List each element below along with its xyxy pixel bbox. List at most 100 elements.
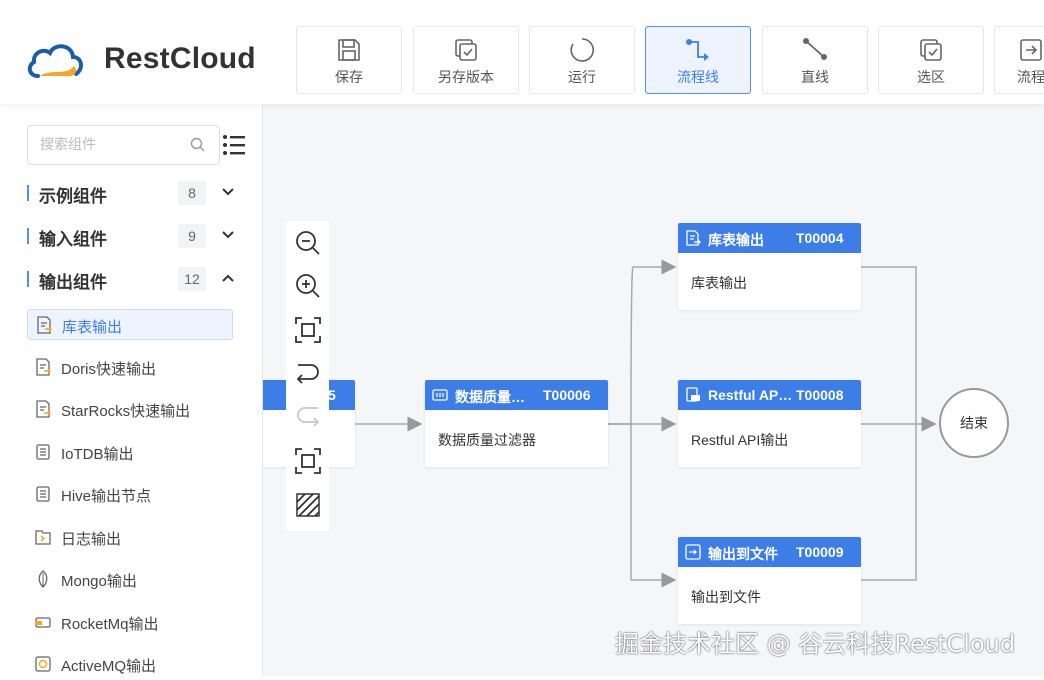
flow-node-table-output[interactable]: 库表输出 T00004 库表输出 <box>678 223 861 310</box>
node-id: T00004 <box>796 230 844 246</box>
run-button[interactable]: 运行 <box>529 26 635 94</box>
app-logo: RestCloud <box>26 38 266 82</box>
run-icon <box>570 38 594 62</box>
component-item-hive[interactable]: Hive输出节点 <box>27 479 233 510</box>
component-name: Hive输出节点 <box>61 488 152 505</box>
flow-node-restful[interactable]: Restful AP… T00008 Restful API输出 <box>678 380 861 467</box>
component-item-table-output[interactable]: 库表输出 <box>27 309 233 340</box>
connector-lines <box>355 259 937 588</box>
top-toolbar: RestCloud 保存 另存版本 运行 流程线 直线 选区 流程 <box>0 0 1044 104</box>
flow-line-label: 流程线 <box>677 69 719 85</box>
table-output-icon <box>686 230 701 246</box>
save-label: 保存 <box>335 69 363 85</box>
save-icon <box>338 39 360 61</box>
fit-view-icon[interactable] <box>294 316 322 344</box>
flow-button[interactable]: 流程 <box>994 26 1044 94</box>
node-title: 输出到文件 <box>708 546 778 562</box>
flow-line-icon <box>686 39 709 61</box>
node-title: 库表输出 <box>708 232 764 248</box>
node-description: Restful API输出 <box>691 432 789 448</box>
group-marker <box>27 228 29 244</box>
component-item-activemq[interactable]: ActiveMQ输出 <box>27 649 233 680</box>
list-view-icon[interactable] <box>222 133 246 157</box>
component-item-iotdb[interactable]: IoTDB输出 <box>27 437 233 468</box>
end-node[interactable]: 结束 <box>939 388 1009 458</box>
group-marker <box>27 185 29 201</box>
component-name: Mongo输出 <box>61 573 137 590</box>
save-version-button[interactable]: 另存版本 <box>413 26 519 94</box>
search-icon[interactable] <box>190 137 206 153</box>
select-area-icon <box>920 39 942 61</box>
component-name: RocketMq输出 <box>61 616 159 633</box>
redo-icon[interactable] <box>294 403 322 431</box>
chevron-down-icon[interactable] <box>221 187 235 197</box>
save-version-icon <box>455 39 477 61</box>
component-item-starrocks[interactable]: StarRocks快速输出 <box>27 394 233 425</box>
rocketmq-icon <box>35 617 51 628</box>
node-description: 库表输出 <box>691 275 747 291</box>
flow-node-quality[interactable]: 数据质量… T00006 数据质量过滤器 <box>425 380 608 467</box>
component-sidebar: 示例组件 8 输入组件 9 输出组件 12 库表输出 Doris快速输出 <box>0 104 263 676</box>
node-description: 输出到文件 <box>691 589 761 605</box>
run-label: 运行 <box>568 69 596 85</box>
edge-file-to-end[interactable] <box>861 424 917 581</box>
group-examples[interactable]: 示例组件 8 <box>27 179 242 209</box>
flow-line-button[interactable]: 流程线 <box>645 26 751 94</box>
filter-icon <box>432 389 448 401</box>
flow-node-file-output[interactable]: 输出到文件 T00009 输出到文件 <box>678 537 861 624</box>
group-output[interactable]: 输出组件 12 <box>27 265 242 295</box>
flow-label: 流程 <box>1017 69 1044 85</box>
component-name: 日志输出 <box>61 531 122 548</box>
save-version-label: 另存版本 <box>438 69 494 85</box>
edge-table-to-end[interactable] <box>861 266 937 432</box>
straight-line-icon <box>803 38 827 60</box>
group-count: 9 <box>178 224 206 248</box>
chevron-down-icon[interactable] <box>221 230 235 240</box>
undo-icon[interactable] <box>294 360 322 388</box>
node-id: T00006 <box>543 387 591 403</box>
component-item-log[interactable]: 日志输出 <box>27 522 233 553</box>
group-count: 12 <box>178 267 206 291</box>
watermark: 掘金技术社区 @ 谷云科技RestCloud <box>615 630 1016 658</box>
component-item-rocketmq[interactable]: RocketMq输出 <box>27 607 233 638</box>
component-item-doris[interactable]: Doris快速输出 <box>27 352 233 383</box>
straight-line-label: 直线 <box>801 69 829 85</box>
file-output-icon <box>685 544 701 560</box>
edge-quality-to-table[interactable] <box>608 259 677 425</box>
flow-canvas[interactable]: 5 数据质量… T00006 数据质量过滤器 库表输出 T00004 库表输出 … <box>263 104 1044 676</box>
grid-toggle-icon[interactable] <box>294 491 322 519</box>
node-title: Restful AP… <box>708 387 793 403</box>
group-name: 输出组件 <box>39 273 107 292</box>
zoom-in-icon[interactable] <box>294 272 322 300</box>
straight-line-button[interactable]: 直线 <box>762 26 868 94</box>
component-name: StarRocks快速输出 <box>61 403 191 420</box>
group-name: 示例组件 <box>39 187 107 206</box>
mongo-leaf-icon <box>38 570 48 588</box>
node-title: 数据质量… <box>455 389 525 405</box>
select-area-button[interactable]: 选区 <box>878 26 984 94</box>
component-item-mongo[interactable]: Mongo输出 <box>27 564 233 595</box>
node-id: T00009 <box>796 544 844 560</box>
component-name: 库表输出 <box>62 319 123 336</box>
search-input[interactable] <box>40 136 190 152</box>
log-output-icon <box>35 530 51 545</box>
chevron-up-icon[interactable] <box>221 273 235 283</box>
node-id: T00008 <box>796 387 844 403</box>
fullscreen-icon[interactable] <box>294 447 322 475</box>
group-count: 8 <box>178 181 206 205</box>
api-icon <box>686 387 700 402</box>
zoom-toolbar <box>286 221 329 531</box>
starrocks-output-icon <box>36 400 52 418</box>
component-name: ActiveMQ输出 <box>61 658 157 675</box>
save-button[interactable]: 保存 <box>296 26 402 94</box>
group-input[interactable]: 输入组件 9 <box>27 222 242 252</box>
select-area-label: 选区 <box>917 69 945 85</box>
node-id: 5 <box>328 387 336 403</box>
zoom-out-icon[interactable] <box>294 229 322 257</box>
hive-output-icon <box>36 486 50 502</box>
component-name: Doris快速输出 <box>61 361 157 378</box>
activemq-icon <box>35 656 51 672</box>
group-marker <box>27 271 29 287</box>
edge-quality-to-file[interactable] <box>608 423 677 588</box>
doris-output-icon <box>36 358 52 376</box>
